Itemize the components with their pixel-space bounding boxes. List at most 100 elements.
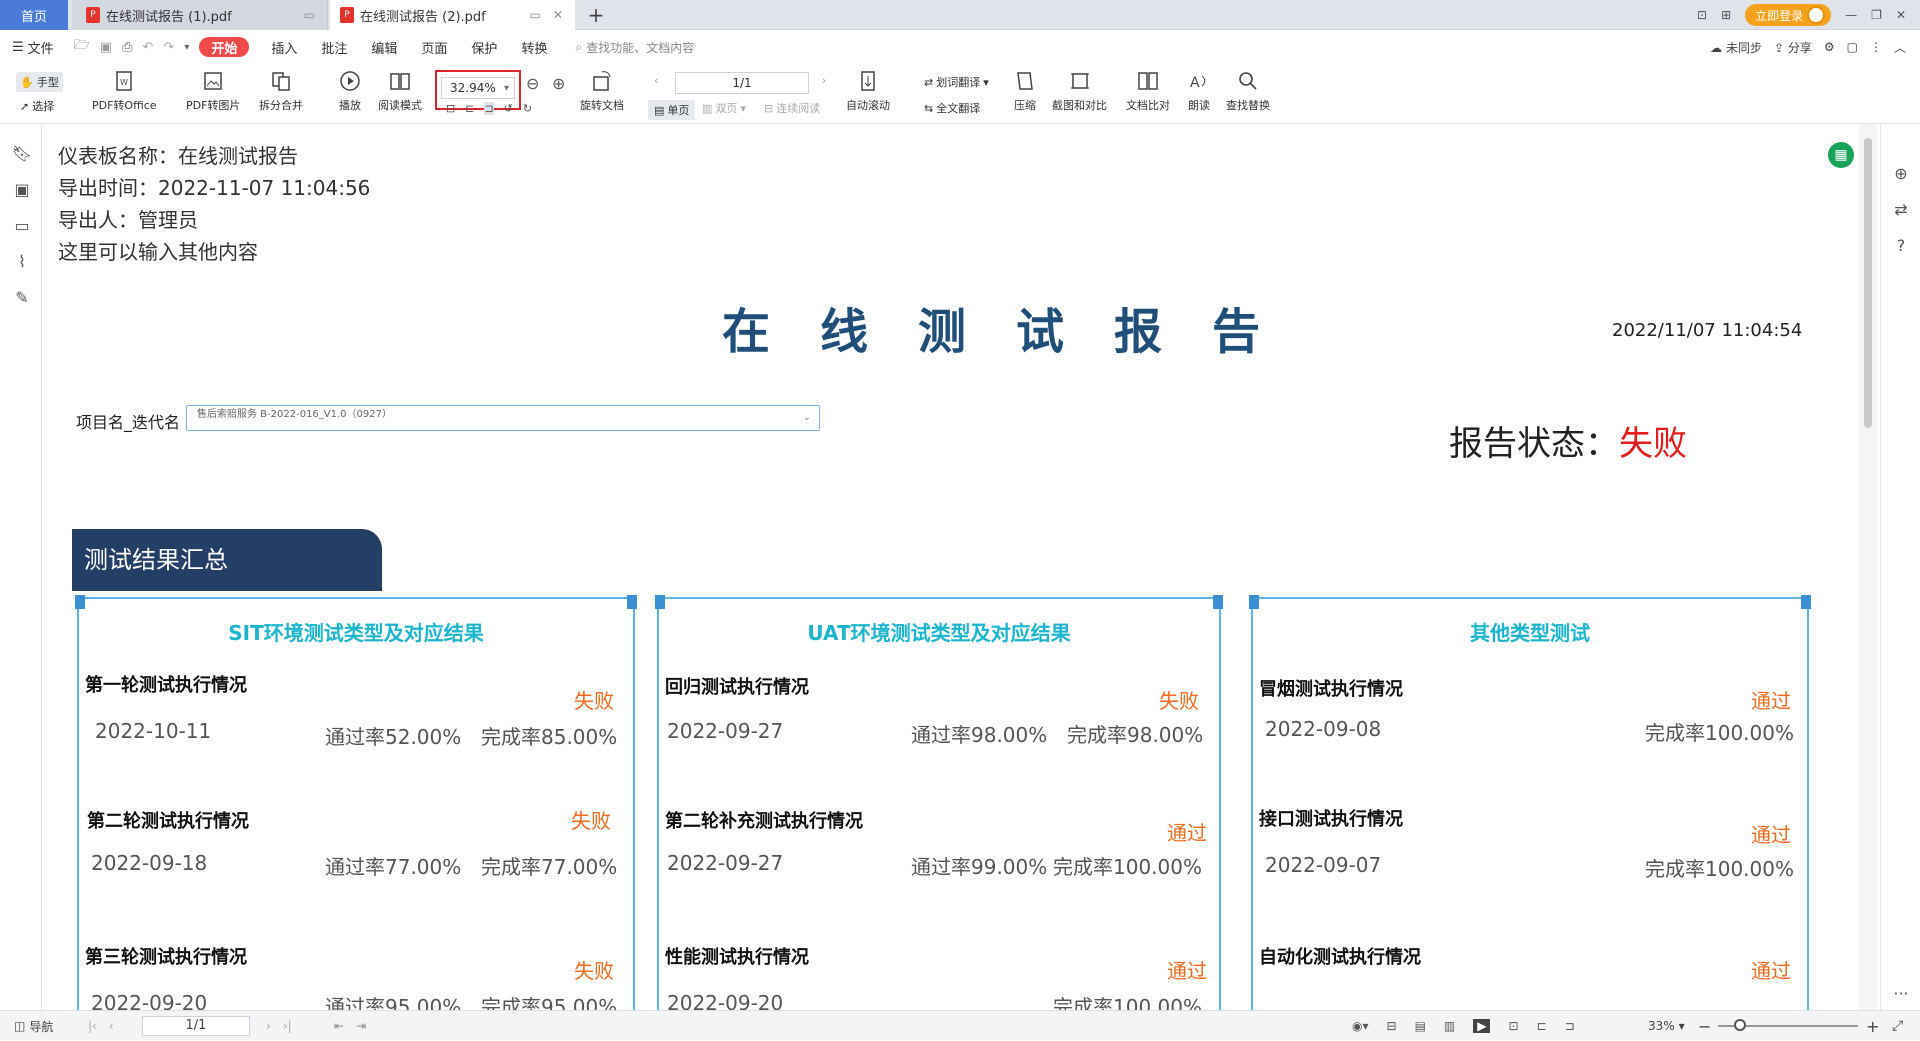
single-view-icon[interactable]: ▤ [1415, 1019, 1426, 1033]
navigation-button[interactable]: ◫ 导航 [14, 1011, 53, 1041]
rotate-right-icon[interactable]: ↻ [523, 102, 532, 115]
table-app-icon[interactable]: ▦ [1828, 142, 1854, 168]
minimize-icon[interactable]: — [1845, 8, 1857, 22]
zoom-slider-knob[interactable] [1734, 1019, 1746, 1031]
attachment-icon[interactable]: ⌇ [13, 252, 31, 271]
monitor-icon[interactable]: ▭ [304, 8, 315, 22]
continuous-read-button[interactable]: ⊟ 连续阅读 [764, 100, 820, 116]
doc-compare-button[interactable]: 文档比对 [1126, 68, 1170, 113]
collapse-ribbon-icon[interactable]: ︿ [1894, 39, 1906, 56]
vertical-scrollbar[interactable] [1858, 124, 1878, 1010]
read-aloud-button[interactable]: A 朗读 [1186, 68, 1212, 113]
rotate-left-icon[interactable]: ↺ [504, 102, 513, 115]
forward-icon[interactable]: ⇥ [356, 1019, 366, 1033]
back-icon[interactable]: ⇤ [334, 1019, 344, 1033]
zoom-plus-icon[interactable]: + [1866, 1011, 1879, 1041]
zoom-minus-icon[interactable]: − [1698, 1011, 1711, 1041]
play-button[interactable]: 播放 [337, 68, 363, 113]
restore-icon[interactable]: ❐ [1871, 8, 1882, 22]
last-page-icon[interactable]: ›| [283, 1019, 292, 1033]
layout-icon[interactable]: ⊡ [1697, 8, 1707, 22]
open-folder-icon[interactable]: 🗁 [74, 36, 90, 58]
word-translate-button[interactable]: ⇄ 划词翻译 ▾ [924, 74, 989, 90]
menu-convert[interactable]: 转换 [509, 30, 559, 64]
translate-icon[interactable]: ⇄ [1892, 200, 1910, 219]
select-tool-button[interactable]: ➚ 选择 [20, 98, 54, 114]
fit-width-icon[interactable]: ⊐ [1565, 1019, 1575, 1033]
redo-icon[interactable]: ↷ [163, 40, 174, 55]
auto-scroll-button[interactable]: 自动滚动 [846, 68, 890, 113]
comment-icon[interactable]: ▭ [13, 216, 31, 235]
split-merge-button[interactable]: 拆分合并 [259, 68, 303, 113]
status-page-input[interactable]: 1/1 [142, 1016, 250, 1036]
prev-page-icon[interactable]: ‹ [109, 1019, 114, 1033]
chevron-down-icon[interactable]: ▾ [504, 83, 509, 94]
menu-page[interactable]: 页面 [409, 30, 459, 64]
login-button[interactable]: 立即登录 [1745, 4, 1832, 26]
menu-protect[interactable]: 保护 [459, 30, 509, 64]
scrollbar-thumb[interactable] [1864, 138, 1872, 428]
full-translate-button[interactable]: ⇆ 全文翻译 [924, 100, 980, 116]
eye-protect-icon[interactable]: ◉▾ [1352, 1019, 1369, 1033]
hand-tool-button[interactable]: ✋ 手型 [16, 72, 63, 92]
comment-icon[interactable]: ▢ [1847, 40, 1858, 54]
prev-page-icon[interactable]: ‹ [654, 74, 658, 87]
thumbnail-icon[interactable]: ▣ [13, 180, 31, 199]
close-window-icon[interactable]: ✕ [1896, 8, 1906, 22]
sync-button[interactable]: ☁ 未同步 [1710, 39, 1762, 56]
fit-width-icon[interactable]: ⊐ [484, 102, 494, 115]
single-page-button[interactable]: ▤ 单页 [648, 100, 696, 120]
actual-size-icon[interactable]: ⊡ [1508, 1019, 1518, 1033]
read-mode-button[interactable]: 阅读模式 [378, 68, 422, 113]
double-page-button[interactable]: ▥ 双页 ▾ [702, 100, 746, 116]
presentation-play-icon[interactable]: ▶ [1473, 1019, 1491, 1033]
menu-start[interactable]: 开始 [199, 37, 250, 57]
first-page-icon[interactable]: |‹ [88, 1019, 97, 1033]
chevron-down-icon[interactable]: ▾ [184, 42, 189, 53]
fit-page-icon[interactable]: ⊏ [1537, 1019, 1547, 1033]
page-number-input[interactable]: 1/1 [675, 72, 809, 94]
tab-pdf-2[interactable]: P 在线测试报告 (2).pdf ▭ ✕ [330, 0, 575, 30]
menu-edit[interactable]: 编辑 [359, 30, 409, 64]
project-select[interactable]: 售后索赔服务 B-2022-016_V1.0（0927） ⌄ [186, 405, 820, 431]
menu-annotate[interactable]: 批注 [309, 30, 359, 64]
rotate-doc-button[interactable]: 旋转文档 [580, 68, 624, 113]
settings-gear-icon[interactable]: ⚙ [1824, 40, 1835, 54]
signature-icon[interactable]: ✎ [13, 288, 31, 307]
share-button[interactable]: ⇪ 分享 [1774, 39, 1812, 56]
fit-page-icon[interactable]: ⊏ [465, 102, 474, 115]
fullscreen-icon[interactable]: ⤢ [1892, 1011, 1903, 1041]
zoom-out-icon[interactable]: ⊖ [526, 74, 539, 93]
pdf-to-image-button[interactable]: PDF转图片 [186, 68, 240, 113]
function-search-input[interactable]: ⌕ 查找功能、文档内容 [575, 39, 694, 56]
zoom-search-icon[interactable]: ⊕ [1892, 164, 1910, 183]
zoom-in-icon[interactable]: ⊕ [552, 74, 565, 93]
bookmark-icon[interactable]: 🔖︎ [12, 144, 32, 163]
tab-pdf-1[interactable]: P 在线测试报告 (1).pdf ▭ [72, 0, 328, 30]
menu-file[interactable]: ☰ 文件 [0, 30, 66, 64]
screenshot-compare-button[interactable]: 截图和对比 [1052, 68, 1107, 113]
print-icon[interactable]: ⎙ [122, 40, 132, 55]
close-tab-icon[interactable]: ✕ [553, 8, 563, 22]
apps-grid-icon[interactable]: ⊞ [1721, 8, 1731, 22]
monitor-icon[interactable]: ▭ [530, 8, 541, 22]
zoom-input[interactable]: 32.94% ▾ [441, 77, 515, 99]
section-complete-rate: 完成率100.00% [1645, 857, 1794, 881]
find-replace-button[interactable]: 查找替换 [1226, 68, 1270, 113]
status-zoom[interactable]: 33% ▾ [1648, 1011, 1685, 1041]
next-page-icon[interactable]: › [266, 1019, 271, 1033]
continuous-view-icon[interactable]: ⊟ [1387, 1019, 1397, 1033]
more-vertical-icon[interactable]: ⋮ [1870, 40, 1882, 54]
menu-insert[interactable]: 插入 [259, 30, 309, 64]
compress-button[interactable]: 压缩 [1012, 68, 1038, 113]
add-tab-button[interactable]: + [584, 0, 608, 30]
actual-size-icon[interactable]: ⊡ [446, 102, 455, 115]
undo-icon[interactable]: ↶ [143, 40, 154, 55]
save-icon[interactable]: ▣ [100, 40, 112, 55]
help-icon[interactable]: ? [1892, 236, 1910, 255]
more-horizontal-icon[interactable]: ··· [1892, 984, 1910, 1003]
pdf-to-office-button[interactable]: W PDF转Office [92, 68, 157, 113]
next-page-icon[interactable]: › [822, 74, 826, 87]
tab-home[interactable]: 首页 [0, 0, 68, 30]
double-view-icon[interactable]: ▥ [1444, 1019, 1455, 1033]
